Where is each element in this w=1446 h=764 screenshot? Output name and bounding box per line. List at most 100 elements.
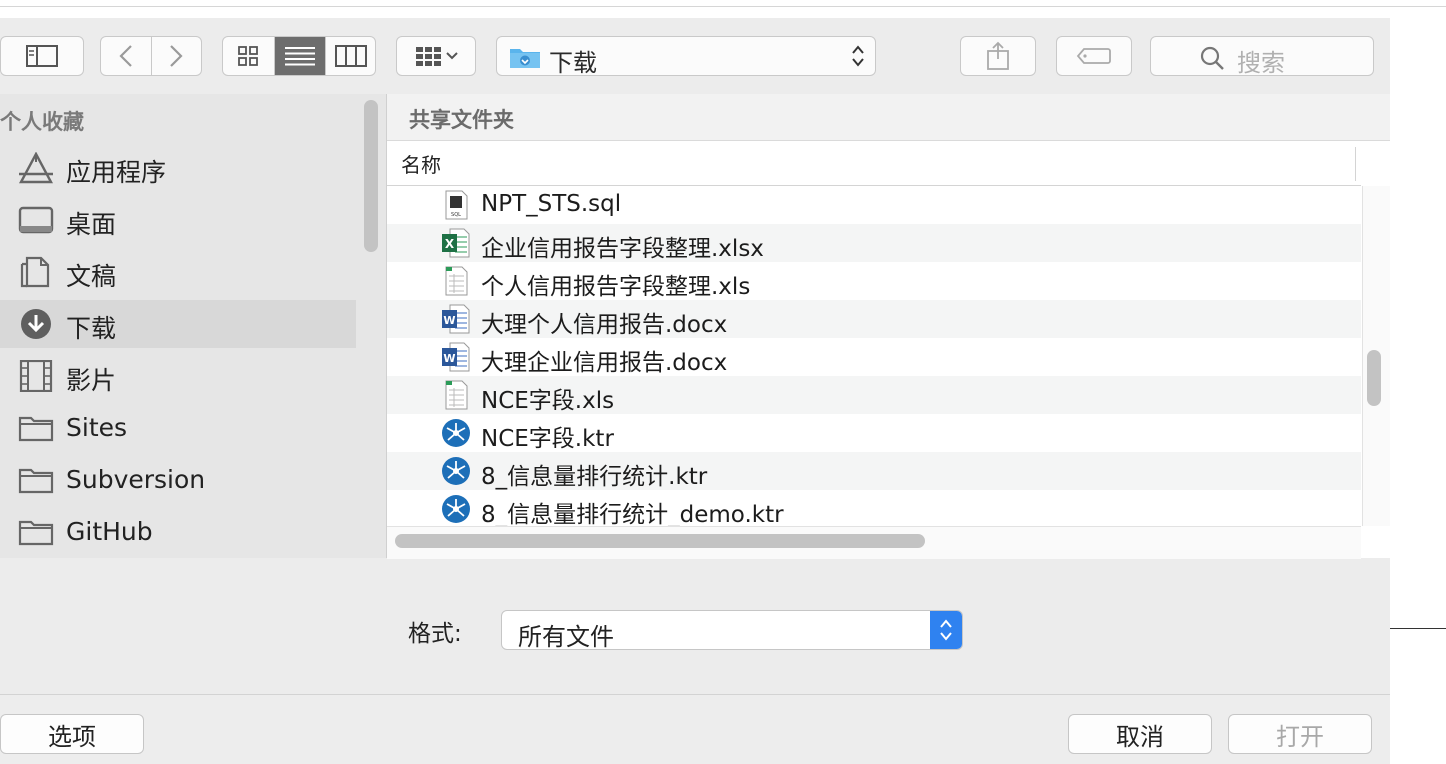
share-icon [987,41,1009,70]
sidebar-item-label: 下载 [66,314,117,343]
updown-chevron-icon [940,619,952,641]
svg-text:X: X [445,237,455,251]
search-placeholder: 搜索 [1237,49,1285,77]
sidebar-item-label: 文稿 [66,262,117,291]
movies-icon [19,360,53,392]
group-by-icon [416,47,458,66]
folder-icon [18,520,54,546]
sidebar-item-desktop[interactable]: 桌面 [0,196,356,244]
location-label: 下载 [549,49,597,77]
spreadsheet-file-icon [445,380,468,410]
chevron-left-icon [119,45,132,67]
file-name: NPT_STS.sql [481,191,622,217]
file-row[interactable]: SQL NPT_STS.sql [387,186,1361,224]
search-field[interactable]: 搜索 [1150,36,1374,77]
column-header-label: 名称 [401,153,441,177]
file-row[interactable]: W 大理企业信用报告.docx [387,338,1361,376]
horizontal-scrollbar[interactable] [395,534,925,548]
file-name: 个人信用报告字段整理.xls [481,274,751,300]
sidebar-heading: 个人收藏 [0,110,84,134]
sidebar-item-documents[interactable]: 文稿 [0,248,356,296]
tag-button[interactable] [1056,36,1132,76]
file-name: 8_信息量排行统计_demo.ktr [481,502,784,526]
file-row[interactable]: NCE字段.ktr [387,414,1361,452]
forward-button[interactable] [152,37,202,75]
open-file-dialog: 下载 搜索 个人收藏 应用程序 桌面 文稿 下载 影片 Sites Subver… [0,18,1390,764]
column-view-icon [334,45,367,67]
desktop-icon [18,206,54,234]
kettle-file-icon [442,495,470,523]
list-view-icon [284,47,315,66]
kettle-file-icon [442,457,470,485]
back-button[interactable] [101,37,152,75]
format-label: 格式: [408,621,462,647]
options-button[interactable]: 选项 [0,714,144,754]
open-button[interactable]: 打开 [1228,714,1372,754]
file-row[interactable]: W 大理个人信用报告.docx [387,300,1361,338]
downloads-icon [21,309,51,339]
file-row[interactable]: X 企业信用报告字段整理.xlsx [387,224,1361,262]
window-top-border [0,6,1446,7]
sidebar-item-github[interactable]: GitHub [0,508,356,556]
sidebar-icon [26,45,58,67]
format-value: 所有文件 [518,623,614,650]
applications-icon [18,152,54,184]
sidebar-item-label: 桌面 [66,210,117,239]
list-view-button[interactable] [274,37,327,75]
spreadsheet-file-icon [445,266,468,296]
kettle-file-icon [442,419,470,447]
downloads-folder-icon [510,49,540,68]
word-file-icon: W [442,304,470,334]
column-divider[interactable] [1355,147,1356,181]
sidebar-item-subversion[interactable]: Subversion [0,456,356,504]
file-row[interactable]: NCE字段.xls [387,376,1361,414]
vertical-scrollbar[interactable] [1367,350,1381,406]
icon-grid-icon [238,46,259,66]
sidebar-toggle-button[interactable] [0,36,84,76]
sidebar-item-sites[interactable]: Sites [0,404,356,452]
sidebar-item-label: 应用程序 [66,158,167,187]
pane-header: 共享文件夹 [387,94,1390,141]
sidebar-item-label: Subversion [66,465,206,494]
file-list: SQL NPT_STS.sql X 企业信用报告字段整理.xlsx 个人信用报告… [387,186,1361,526]
search-icon [1200,46,1224,70]
file-row[interactable]: 8_信息量排行统计.ktr [387,452,1361,490]
sidebar-item-downloads[interactable]: 下载 [0,300,356,348]
svg-text:W: W [443,352,455,365]
folder-icon [18,468,54,494]
column-view-button[interactable] [326,37,375,75]
icon-view-button[interactable] [223,37,275,75]
sidebar-item-label: Sites [66,413,128,442]
sidebar-item-label: GitHub [66,517,153,546]
view-mode-control [222,36,376,76]
sidebar-item-label: 影片 [66,366,117,395]
sidebar-scrollbar[interactable] [364,100,378,252]
format-dropdown-arrows[interactable] [930,611,962,649]
file-name: NCE字段.xls [481,388,615,414]
format-dropdown[interactable]: 所有文件 [501,610,963,650]
updown-chevron-icon [852,45,864,67]
sidebar-item-movies[interactable]: 影片 [0,352,356,400]
group-by-button[interactable] [396,36,476,76]
file-row[interactable]: 个人信用报告字段整理.xls [387,262,1361,300]
svg-text:SQL: SQL [451,212,461,218]
location-dropdown[interactable]: 下载 [496,36,876,77]
file-browser-pane: 共享文件夹 名称 SQL NPT_STS.sql X 企业信用报告字段整理.xl… [386,94,1390,559]
sql-file-icon: SQL [445,190,468,220]
svg-text:W: W [443,314,455,327]
share-button[interactable] [960,36,1036,76]
folder-icon [18,416,54,442]
word-file-icon: W [442,342,470,372]
file-name: 8_信息量排行统计.ktr [481,464,708,490]
sidebar: 个人收藏 应用程序 桌面 文稿 下载 影片 Sites Subversion G… [0,94,386,558]
sidebar-item-applications[interactable]: 应用程序 [0,144,356,192]
back-forward-control [100,36,202,76]
file-name: NCE字段.ktr [481,426,614,452]
cancel-button[interactable]: 取消 [1068,714,1212,754]
file-row[interactable]: 8_信息量排行统计_demo.ktr [387,490,1361,526]
excel-file-icon: X [442,228,470,258]
background-line [1390,628,1446,629]
column-header-name[interactable]: 名称 [387,141,1361,186]
tag-icon [1076,48,1111,64]
chevron-right-icon [170,45,183,67]
